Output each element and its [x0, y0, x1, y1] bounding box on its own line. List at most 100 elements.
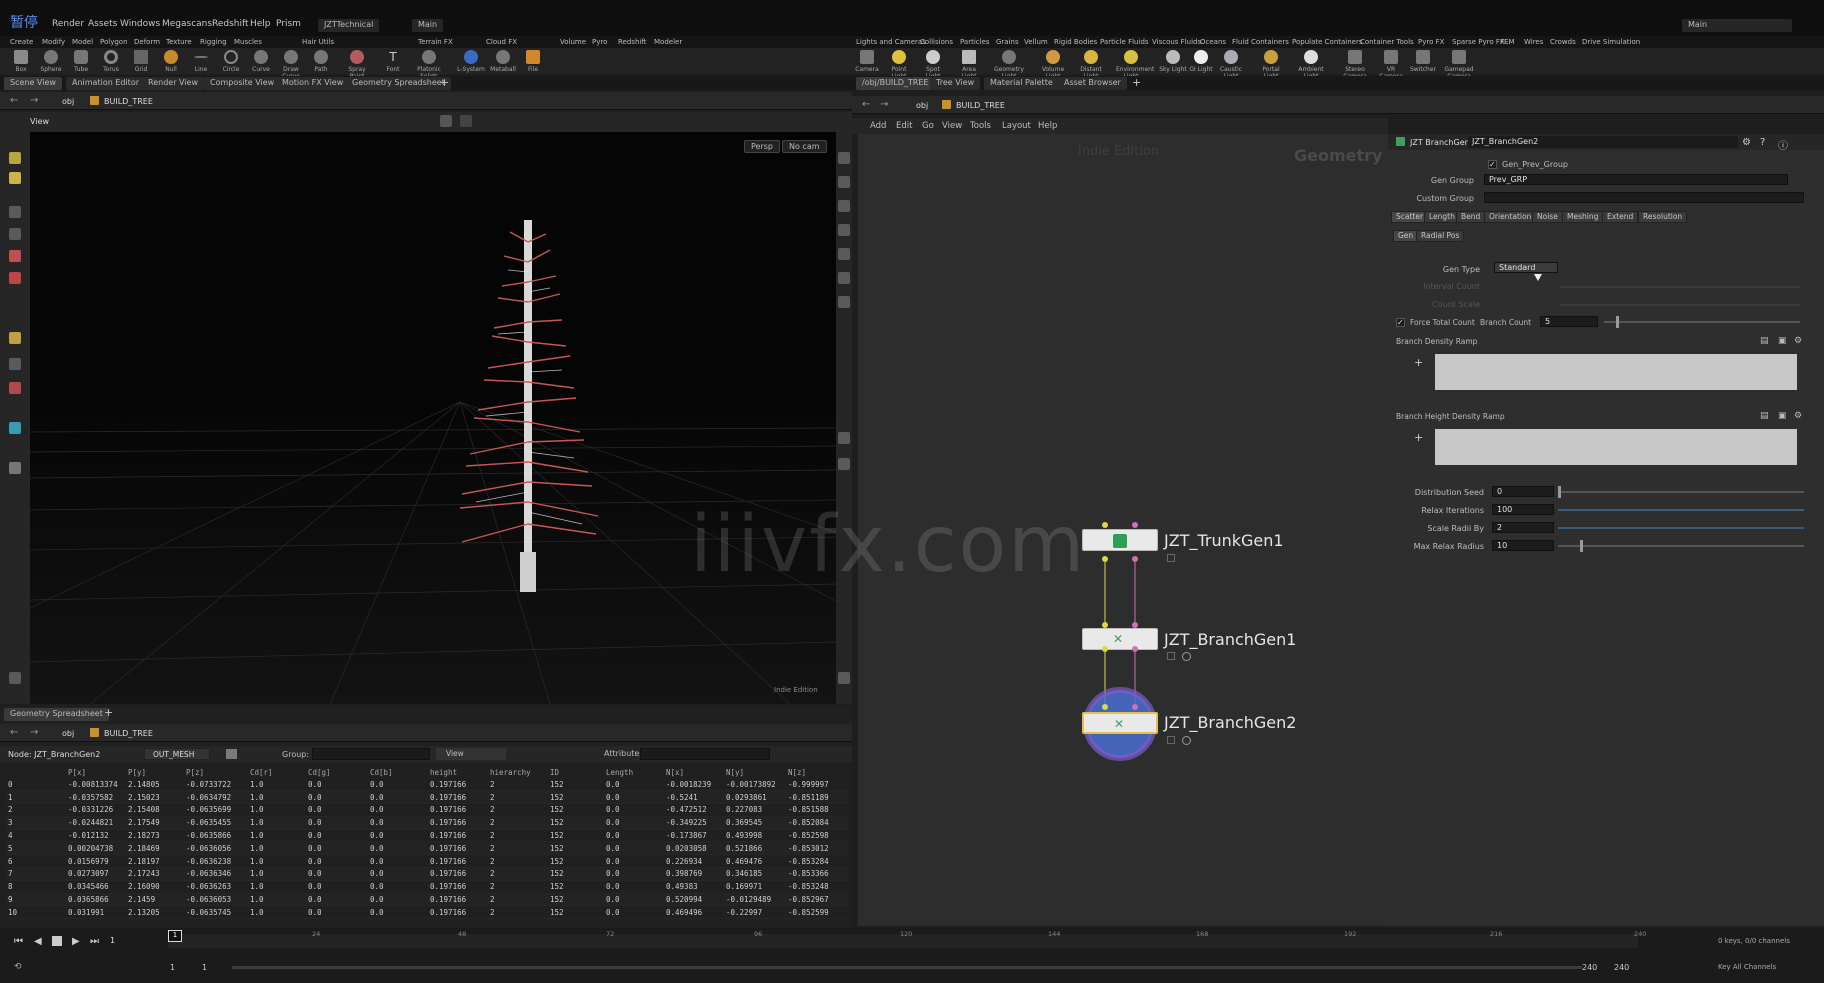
node1-output-dot[interactable] — [1102, 556, 1108, 562]
jump-end-icon[interactable]: ⏭ — [90, 936, 99, 947]
shelf-tab-deform[interactable]: Deform — [134, 38, 160, 46]
subtab-radial-pos[interactable]: Radial Pos — [1416, 230, 1465, 242]
count-scale-slider[interactable] — [1560, 304, 1800, 306]
shelf-tab-viscous[interactable]: Viscous Fluids — [1152, 38, 1201, 46]
ss-path-root[interactable]: obj — [62, 729, 74, 738]
scale-radii-field[interactable]: 2 — [1492, 522, 1554, 533]
shelf-tab-model[interactable]: Model — [72, 38, 93, 46]
persp-menu[interactable]: Persp — [744, 140, 780, 153]
table-row[interactable]: 6 0.0156979 2.18197 -0.0636238 1.0 0.0 0.0 0.19… — [6, 854, 848, 869]
node2-bypass-icon[interactable] — [1182, 652, 1191, 661]
gear-icon[interactable]: ⚙ — [1742, 137, 1751, 148]
max-relax-knob[interactable] — [1580, 540, 1583, 552]
custom-group-field[interactable] — [1484, 192, 1804, 203]
current-frame[interactable]: 1 — [110, 936, 115, 945]
camera-menu[interactable]: No cam — [782, 140, 827, 153]
ss-col-ny[interactable]: N[y] — [724, 767, 786, 778]
forward-arrow-icon[interactable]: → — [30, 95, 38, 106]
net-menu-add[interactable]: Add — [870, 121, 886, 131]
net-path-root[interactable]: obj — [916, 101, 928, 110]
table-row[interactable]: 0 -0.00813374 2.14805 -0.0733722 1.0 0.0 0.0 0.… — [6, 778, 848, 792]
node2-lock-icon[interactable] — [1167, 652, 1175, 660]
tab-network[interactable]: /obj/BUILD_TREE — [856, 77, 935, 90]
display-icon-9[interactable] — [838, 458, 850, 470]
node3-input-dot-2[interactable] — [1132, 704, 1138, 710]
ss-col-hierarchy[interactable]: hierarchy — [488, 767, 548, 778]
tab-scatter[interactable]: Scatter — [1391, 211, 1429, 223]
table-row[interactable]: 9 0.0365866 2.1459 -0.0636053 1.0 0.0 0.0 0.197… — [6, 893, 848, 907]
shelf-tool-camera[interactable]: Camera — [852, 50, 882, 73]
ramp1-gear-icon[interactable]: ⚙ — [1794, 336, 1802, 346]
node-branchgen2[interactable]: ✕ — [1082, 712, 1158, 734]
shelf-tab-redshift[interactable]: Redshift — [618, 38, 646, 46]
node-branchgen1[interactable]: ✕ — [1082, 628, 1158, 650]
step-back-icon[interactable]: ◀ — [34, 936, 42, 947]
ramp1-add-icon[interactable]: + — [1414, 356, 1423, 369]
tab-geo-spreadsheet[interactable]: Geometry Spreadsheet — [346, 77, 451, 90]
shelf-tool-line[interactable]: Line — [186, 50, 216, 73]
force-total-checkbox[interactable]: ✓ — [1396, 318, 1405, 327]
light-tool-icon[interactable] — [9, 672, 21, 684]
frame-marker[interactable]: 1 — [168, 930, 182, 942]
realtime-icon[interactable]: ⟲ — [14, 962, 22, 972]
tab-motion-fx[interactable]: Motion FX View — [276, 77, 350, 90]
add-right-tab-icon[interactable]: + — [1132, 76, 1141, 89]
magnet-icon[interactable] — [9, 382, 21, 394]
params-node-name[interactable]: JZT_BranchGen2 — [1468, 136, 1738, 148]
display-icon-3[interactable] — [838, 200, 850, 212]
net-path-node[interactable]: BUILD_TREE — [956, 101, 1005, 110]
table-row[interactable]: 8 0.0345466 2.16090 -0.0636263 1.0 0.0 0.0 0.19… — [6, 880, 848, 894]
node-trunkgen1[interactable] — [1082, 529, 1158, 551]
shelf-tab-lights[interactable]: Lights and Cameras — [856, 38, 926, 46]
shelf-tab-modeler[interactable]: Modeler — [654, 38, 682, 46]
rotate-tool-icon[interactable] — [9, 250, 21, 262]
add-pane-tab-icon[interactable]: + — [104, 706, 113, 719]
shelf-tab-rigid[interactable]: Rigid Bodies — [1054, 38, 1097, 46]
ss-col-nx[interactable]: N[x] — [664, 767, 724, 778]
shelf-tab-particle-fluids[interactable]: Particle Fluids — [1100, 38, 1149, 46]
shelf-tool-sky-light[interactable]: Sky Light — [1158, 50, 1188, 73]
shelf-tab-pyro-fx[interactable]: Pyro FX — [1418, 38, 1444, 46]
display-icon-6[interactable] — [838, 272, 850, 284]
ghost-icon[interactable] — [440, 115, 452, 127]
node-trunkgen1-label[interactable]: JZT_TrunkGen1 — [1164, 531, 1284, 550]
net-menu-layout[interactable]: Layout — [1002, 121, 1031, 131]
ss-col-cdb[interactable]: Cd[b] — [368, 767, 428, 778]
ss-group-field[interactable] — [312, 748, 430, 760]
ss-col-cdr[interactable]: Cd[r] — [248, 767, 306, 778]
tab-noise[interactable]: Noise — [1532, 211, 1563, 223]
ramp2-add-icon[interactable]: + — [1414, 431, 1423, 444]
tab-render-view[interactable]: Render View — [142, 77, 205, 90]
tab-tree-view[interactable]: Tree View — [930, 77, 981, 90]
info-icon[interactable]: ⓘ — [1778, 137, 1788, 152]
select-tool-icon[interactable] — [9, 152, 21, 164]
shelf-tool-switcher[interactable]: Switcher — [1408, 50, 1438, 73]
ramp1-preset-icon[interactable]: ▤ — [1760, 336, 1769, 346]
3d-viewport[interactable]: Persp No cam Indie Edition — [30, 132, 836, 704]
table-row[interactable]: 1 -0.0357582 2.15023 -0.0634792 1.0 0.0 0.0 0.1… — [6, 790, 848, 805]
node2-output-dot-2[interactable] — [1132, 646, 1138, 652]
shelf-tab-fem[interactable]: FEM — [1500, 38, 1515, 46]
tab-bend[interactable]: Bend — [1456, 211, 1486, 223]
table-row[interactable]: 3 -0.0244821 2.17549 -0.0635455 1.0 0.0 0.0 0.1… — [6, 816, 848, 830]
ss-points-icon[interactable] — [226, 749, 237, 759]
shelf-tool-font[interactable]: T Font — [378, 50, 408, 73]
tab-scene-view[interactable]: Scene View — [4, 77, 62, 90]
shelf-tab-muscles[interactable]: Muscles — [234, 38, 262, 46]
tab-material-palette[interactable]: Material Palette — [984, 77, 1059, 90]
table-row[interactable]: 10 0.031991 2.13205 -0.0635745 1.0 0.0 0.0 0.19… — [6, 905, 848, 920]
menu-windows[interactable]: Windows — [120, 19, 160, 29]
move-tool-icon[interactable] — [9, 228, 21, 240]
net-menu-view[interactable]: View — [942, 121, 962, 131]
ss-col-py[interactable]: P[y] — [126, 767, 184, 778]
shelf-tool-metaball[interactable]: Metaball — [488, 50, 518, 73]
net-forward-arrow-icon[interactable]: → — [880, 99, 888, 110]
shelf-tab-grains[interactable]: Grains — [996, 38, 1019, 46]
max-relax-slider[interactable] — [1558, 545, 1804, 547]
shelf-tool-lsystem[interactable]: L-System — [456, 50, 486, 73]
shelf-tab-container-tools[interactable]: Container Tools — [1360, 38, 1414, 46]
ss-back-arrow-icon[interactable]: ← — [10, 727, 18, 738]
shelf-tab-populate[interactable]: Populate Containers — [1292, 38, 1363, 46]
node-branchgen2-label[interactable]: JZT_BranchGen2 — [1164, 713, 1296, 732]
ss-forward-arrow-icon[interactable]: → — [30, 727, 38, 738]
